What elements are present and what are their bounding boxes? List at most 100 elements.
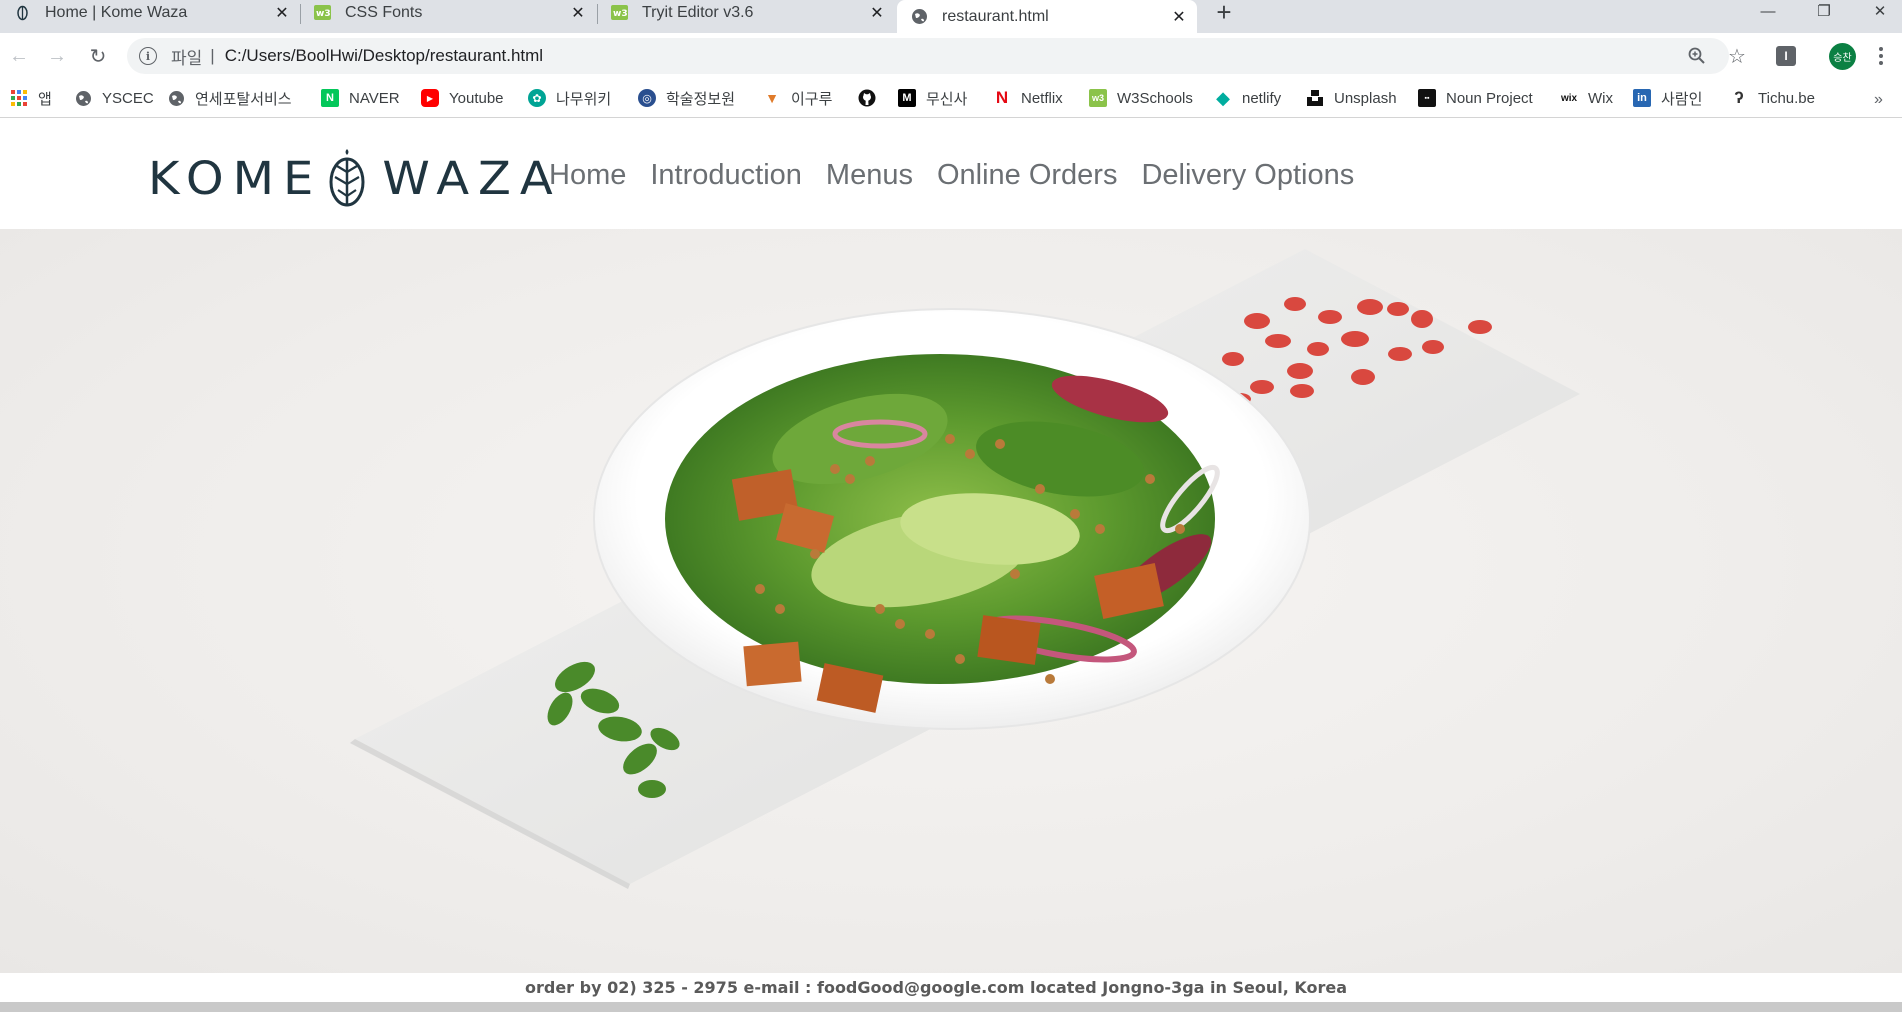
profile-avatar[interactable]: 승찬 bbox=[1829, 43, 1856, 70]
globe-icon bbox=[167, 89, 185, 107]
svg-text:w3: w3 bbox=[316, 9, 331, 19]
bookmark-label: 이구루 bbox=[791, 90, 833, 108]
logo-word-right: WAZA bbox=[382, 152, 562, 206]
browser-menu-icon[interactable] bbox=[1874, 43, 1888, 69]
tab-title: restaurant.html bbox=[942, 7, 1049, 25]
nav-home[interactable]: Home bbox=[549, 159, 626, 192]
scheme-label: 파일 bbox=[171, 48, 203, 68]
bookmark-w3schools[interactable]: w3 W3Schools bbox=[1089, 84, 1193, 112]
bookmark-unsplash[interactable]: Unsplash bbox=[1306, 84, 1397, 112]
bookmarks-overflow-icon[interactable]: » bbox=[1874, 91, 1883, 109]
address-bar[interactable]: i 파일 | C:/Users/BoolHwi/Desktop/restaura… bbox=[127, 38, 1729, 74]
restore-button[interactable]: ❐ bbox=[1804, 0, 1844, 22]
tab-css-fonts[interactable]: w3 CSS Fonts ✕ bbox=[300, 0, 596, 25]
namuwiki-icon: ✿ bbox=[528, 89, 546, 107]
netflix-icon: N bbox=[995, 88, 1009, 107]
bookmark-library[interactable]: ◎ 학술정보원 bbox=[638, 84, 735, 112]
nav-delivery-options[interactable]: Delivery Options bbox=[1141, 159, 1354, 192]
site-logo[interactable]: KOME WAZA bbox=[148, 146, 562, 212]
nav-introduction[interactable]: Introduction bbox=[650, 159, 802, 192]
minimize-button[interactable]: — bbox=[1748, 0, 1788, 22]
bookmark-noun-project[interactable]: ▪▪ Noun Project bbox=[1418, 84, 1533, 112]
bookmark-youtube[interactable]: ▶ Youtube bbox=[421, 84, 504, 112]
close-tab-icon[interactable]: ✕ bbox=[1169, 7, 1189, 27]
bookmark-tichu[interactable]: ʔ Tichu.be bbox=[1730, 84, 1815, 112]
bookmark-star-icon[interactable]: ☆ bbox=[1724, 43, 1750, 69]
tab-tryit-editor[interactable]: w3 Tryit Editor v3.6 ✕ bbox=[597, 0, 895, 25]
bookmark-wix[interactable]: wix Wix bbox=[1558, 84, 1613, 112]
bookmark-musinsa[interactable]: M 무신사 bbox=[898, 84, 967, 112]
url-text[interactable]: C:/Users/BoolHwi/Desktop/restaurant.html bbox=[225, 46, 543, 66]
bookmark-netflix[interactable]: N Netflix bbox=[993, 84, 1063, 112]
hero-image bbox=[0, 229, 1902, 973]
site-header: KOME WAZA Home Introduction Menus Online… bbox=[0, 119, 1902, 229]
naver-icon: N bbox=[321, 89, 339, 107]
wix-icon: wix bbox=[1560, 92, 1578, 104]
bookmark-label: Noun Project bbox=[1446, 89, 1533, 107]
bookmark-label: 앱 bbox=[38, 90, 52, 108]
bookmark-apps[interactable]: 앱 bbox=[10, 84, 52, 112]
close-tab-icon[interactable]: ✕ bbox=[867, 3, 887, 23]
github-icon bbox=[858, 89, 876, 107]
apps-grid-icon bbox=[10, 89, 28, 107]
svg-text:w3: w3 bbox=[613, 9, 628, 19]
tab-home-kome-waza[interactable]: Home | Kome Waza ✕ bbox=[0, 0, 300, 25]
back-icon[interactable]: ← bbox=[6, 42, 32, 70]
bookmark-yscec[interactable]: YSCEC bbox=[74, 84, 154, 112]
tab-restaurant-html[interactable]: restaurant.html ✕ bbox=[897, 0, 1197, 33]
browser-toolbar: ← → ↻ i 파일 | C:/Users/BoolHwi/Desktop/re… bbox=[0, 33, 1902, 79]
bookmark-label: Netflix bbox=[1021, 89, 1063, 107]
bookmark-label: 나무위키 bbox=[556, 90, 612, 108]
footer-contact-text: order by 02) 325 - 2975 e-mail : foodGoo… bbox=[524, 977, 1348, 997]
extension-icon[interactable]: I bbox=[1776, 46, 1796, 66]
unsplash-icon bbox=[1306, 89, 1324, 107]
bookmark-naver[interactable]: N NAVER bbox=[321, 84, 400, 112]
site-nav: Home Introduction Menus Online Orders De… bbox=[549, 159, 1354, 192]
library-icon: ◎ bbox=[638, 89, 656, 107]
linkedin-icon: in bbox=[1633, 89, 1651, 107]
horizontal-scrollbar[interactable] bbox=[0, 1002, 1902, 1012]
logo-emblem-icon bbox=[328, 146, 366, 213]
nav-menus[interactable]: Menus bbox=[826, 159, 913, 192]
tab-strip: Home | Kome Waza ✕ w3 CSS Fonts ✕ w3 Try… bbox=[0, 0, 1902, 33]
salad-plate-photo bbox=[350, 249, 1580, 889]
info-icon[interactable]: i bbox=[139, 47, 157, 65]
w3schools-favicon: w3 bbox=[314, 4, 331, 21]
musinsa-icon: M bbox=[898, 89, 916, 107]
w3schools-icon: w3 bbox=[1089, 89, 1107, 107]
tab-title: Home | Kome Waza bbox=[45, 3, 188, 21]
bookmark-label: 연세포탈서비스 bbox=[195, 90, 292, 108]
bookmark-namuwiki[interactable]: ✿ 나무위키 bbox=[528, 84, 611, 112]
bookmark-netlify[interactable]: ◆ netlify bbox=[1214, 84, 1281, 112]
new-tab-button[interactable]: + bbox=[1212, 0, 1236, 27]
netlify-icon: ◆ bbox=[1216, 87, 1230, 108]
pizza-icon: ▼ bbox=[765, 90, 779, 106]
bookmark-label: 무신사 bbox=[926, 90, 968, 108]
logo-word-left: KOME bbox=[148, 152, 323, 206]
reload-icon[interactable]: ↻ bbox=[85, 42, 111, 70]
bookmarks-bar: 앱 YSCEC 연세포탈서비스 N NAVER ▶ Youtube ✿ 나무위키… bbox=[0, 79, 1902, 118]
bookmark-label: Tichu.be bbox=[1758, 89, 1815, 107]
bookmark-label: Unsplash bbox=[1334, 89, 1397, 107]
close-tab-icon[interactable]: ✕ bbox=[272, 3, 292, 23]
bookmark-igooru[interactable]: ▼ 이구루 bbox=[763, 84, 832, 112]
bookmark-label: W3Schools bbox=[1117, 89, 1193, 107]
zoom-icon[interactable] bbox=[1684, 43, 1710, 69]
tab-title: Tryit Editor v3.6 bbox=[642, 3, 754, 21]
bookmark-label: NAVER bbox=[349, 89, 400, 107]
bookmark-yonsei-portal[interactable]: 연세포탈서비스 bbox=[167, 84, 292, 112]
address-divider: | bbox=[210, 46, 215, 65]
bookmark-label: Youtube bbox=[449, 89, 504, 107]
bookmark-label: netlify bbox=[1242, 89, 1282, 107]
bookmark-label: Wix bbox=[1588, 89, 1613, 107]
close-window-button[interactable]: ✕ bbox=[1860, 0, 1900, 22]
nav-online-orders[interactable]: Online Orders bbox=[937, 159, 1118, 192]
bookmark-label: 사람인 bbox=[1661, 90, 1703, 108]
noun-project-icon: ▪▪ bbox=[1418, 89, 1436, 107]
youtube-icon: ▶ bbox=[421, 89, 439, 107]
bookmark-saramin[interactable]: in 사람인 bbox=[1633, 84, 1702, 112]
forward-icon[interactable]: → bbox=[44, 42, 70, 70]
close-tab-icon[interactable]: ✕ bbox=[568, 3, 588, 23]
bookmark-github[interactable] bbox=[858, 84, 886, 112]
globe-icon bbox=[74, 89, 92, 107]
